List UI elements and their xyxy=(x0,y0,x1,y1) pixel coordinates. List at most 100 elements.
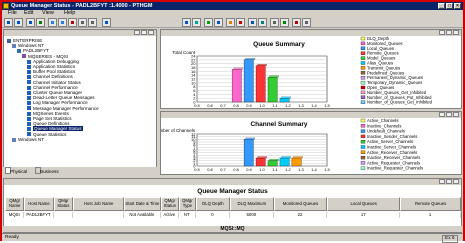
tree-item[interactable]: Windows NT xyxy=(12,137,44,142)
legend-item: Inactive_Channels xyxy=(360,123,401,128)
legend-item: Inactive_Requester_Channels xyxy=(360,166,423,171)
tab-physical[interactable]: Physical xyxy=(5,167,27,174)
title-bar: Queue Manager Status - PADL2BFYT :1.4000… xyxy=(2,2,463,10)
x-tick-label: 0.9 xyxy=(246,167,252,172)
log-icon[interactable] xyxy=(280,18,289,27)
chart-icon[interactable] xyxy=(192,18,201,27)
delete-icon[interactable] xyxy=(68,18,77,27)
back-icon[interactable] xyxy=(4,18,13,27)
legend-item: Active_Requester_Channels xyxy=(360,160,420,165)
help-icon[interactable] xyxy=(102,18,111,27)
legend-swatch xyxy=(360,61,366,65)
legend-swatch xyxy=(360,166,366,170)
filter-icon[interactable] xyxy=(88,18,97,27)
menu-edit[interactable]: Edit xyxy=(24,10,33,17)
column-header[interactable]: QMgr Status xyxy=(160,197,179,211)
folder-icon xyxy=(22,54,26,59)
legend-label: Inactive_Channels xyxy=(367,123,401,128)
menu-view[interactable]: View xyxy=(42,10,54,17)
maximize-icon[interactable]: □ xyxy=(446,3,453,9)
legend-label: Inactive_Requester_Channels xyxy=(367,166,423,171)
column-header[interactable]: Monitored Queues xyxy=(273,197,328,211)
chart-title: Queue Summary xyxy=(253,41,305,48)
document-icon xyxy=(27,101,31,106)
bar-top xyxy=(281,156,291,159)
settings-icon[interactable] xyxy=(78,18,87,27)
line-chart-icon[interactable] xyxy=(214,18,223,27)
column-header[interactable]: Remote Queues xyxy=(400,197,461,211)
bar-remote_queues xyxy=(255,65,266,103)
legend-swatch xyxy=(360,129,366,133)
x-tick-label: 0.6 xyxy=(207,103,213,108)
column-header[interactable]: QMgr Type xyxy=(178,197,196,211)
window-icon[interactable] xyxy=(270,18,279,27)
minimize-icon[interactable]: _ xyxy=(438,3,445,9)
table-pane-header xyxy=(4,179,461,185)
column-header[interactable]: QMgr Status xyxy=(53,197,74,211)
queue-summary-chart: Queue SummaryTotal Count0246810121416182… xyxy=(172,36,432,108)
legend-swatch xyxy=(360,145,366,149)
close-icon[interactable]: × xyxy=(454,3,461,9)
table-cell xyxy=(73,212,125,218)
pie-chart-icon[interactable] xyxy=(226,18,235,27)
bar-top xyxy=(245,58,256,60)
paste-icon[interactable] xyxy=(58,18,67,27)
table-cell: Not Available xyxy=(124,212,161,218)
legend-swatch xyxy=(360,80,366,85)
legend-swatch xyxy=(360,100,366,104)
column-header[interactable]: Host Job Name xyxy=(73,197,125,211)
legend-item: Inactive_Sender_Channels xyxy=(360,134,417,139)
document-icon xyxy=(27,90,31,95)
legend-item: Active_Channels xyxy=(360,118,398,123)
bar-chart-icon[interactable] xyxy=(204,18,213,27)
document-icon xyxy=(27,80,31,85)
grid-view-icon[interactable] xyxy=(182,18,191,27)
tab-business[interactable]: Business xyxy=(35,167,59,174)
navigator-tabs: Physical Business xyxy=(3,167,157,174)
folder-icon xyxy=(12,43,16,48)
legend-label: Active_Server_Channels xyxy=(367,139,413,144)
legend-item: Active_Receiver_Channels xyxy=(360,150,417,155)
refresh-icon[interactable] xyxy=(36,18,45,27)
x-tick-label: 1.1 xyxy=(272,103,278,108)
bar-alias_queues xyxy=(279,98,290,103)
document-icon xyxy=(27,75,31,80)
forward-icon[interactable] xyxy=(14,18,23,27)
alert-icon[interactable] xyxy=(236,18,245,27)
menu-help[interactable]: Help xyxy=(64,10,75,17)
y-tick-label: 24 xyxy=(191,54,196,59)
legend-swatch xyxy=(360,134,366,139)
legend-swatch xyxy=(360,66,366,70)
legend-swatch xyxy=(360,46,366,50)
up-icon[interactable] xyxy=(26,18,35,27)
monitor-icon[interactable] xyxy=(248,18,257,27)
menu-file[interactable]: File xyxy=(8,10,17,17)
x-tick-label: 0.7 xyxy=(220,103,226,108)
copy-icon[interactable] xyxy=(48,18,57,27)
column-header[interactable]: Host Name xyxy=(24,197,54,211)
print-icon[interactable] xyxy=(302,18,311,27)
column-header[interactable]: Start Date & Time xyxy=(124,197,161,211)
column-header[interactable]: QMgr Name xyxy=(5,197,25,211)
document-icon xyxy=(27,95,31,100)
legend-swatch xyxy=(360,140,366,144)
column-header[interactable]: DLQ Maximum xyxy=(229,197,274,211)
tree-item-label: Windows NT xyxy=(18,136,45,142)
x-tick-label: 0.5 xyxy=(194,103,200,108)
legend-swatch xyxy=(360,76,366,80)
document-icon xyxy=(27,111,31,116)
x-tick-label: 0.8 xyxy=(233,103,239,108)
document-icon xyxy=(27,69,31,74)
column-header[interactable]: DLQ Depth xyxy=(195,197,230,211)
document-icon xyxy=(27,59,31,64)
table-cell: NT xyxy=(179,212,196,218)
document-icon xyxy=(27,127,31,132)
legend-swatch xyxy=(360,36,366,41)
export-icon[interactable] xyxy=(292,18,301,27)
table-icon[interactable] xyxy=(258,18,267,27)
legend-swatch xyxy=(360,90,366,95)
x-tick-label: 0.6 xyxy=(207,167,213,172)
column-header[interactable]: Local Queues xyxy=(327,197,401,211)
app-icon xyxy=(3,3,9,9)
status-indicator: Ex 6 xyxy=(442,235,458,243)
